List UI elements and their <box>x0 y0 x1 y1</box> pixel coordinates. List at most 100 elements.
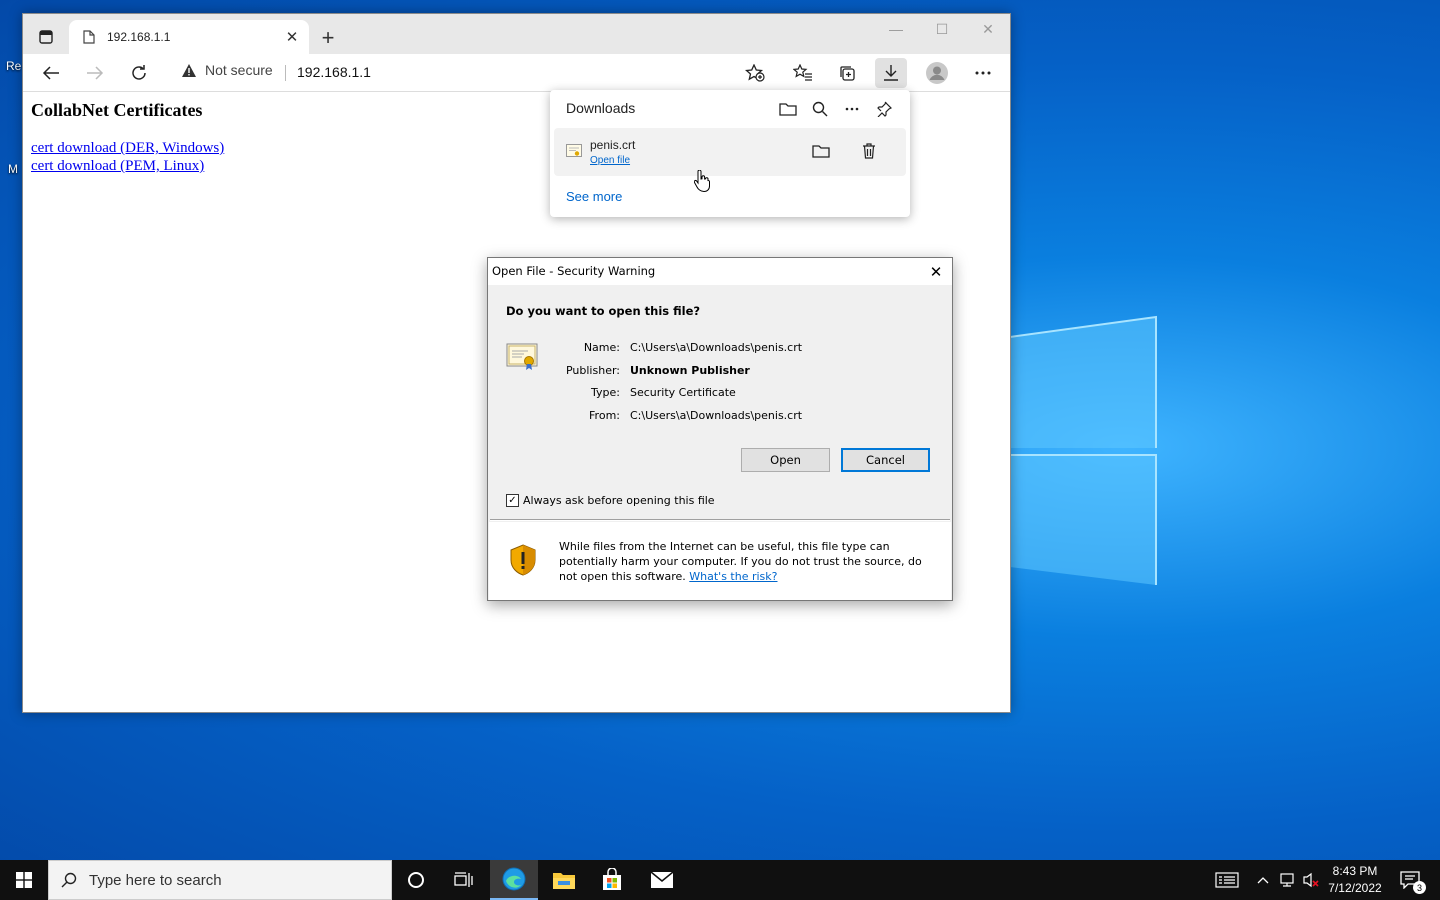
page-heading: CollabNet Certificates <box>31 100 203 120</box>
taskbar: Type here to search 8:43 PM 7/12/2022 3 <box>0 860 1440 900</box>
taskbar-search-box[interactable]: Type here to search <box>48 860 392 900</box>
delete-download-button[interactable] <box>856 138 882 164</box>
warning-message: While files from the Internet can be use… <box>559 539 939 584</box>
collections-button[interactable] <box>831 58 863 88</box>
der-cert-link[interactable]: cert download (DER, Windows) <box>31 139 224 157</box>
cortana-button[interactable] <box>392 860 440 900</box>
downloads-button[interactable] <box>875 58 907 88</box>
more-dots-icon <box>975 71 991 75</box>
open-file-link[interactable]: Open file <box>590 155 630 166</box>
file-explorer-icon <box>553 873 575 889</box>
taskbar-microsoft-store[interactable] <box>588 860 636 900</box>
downloads-more-button[interactable] <box>839 96 865 122</box>
taskbar-clock[interactable]: 8:43 PM 7/12/2022 <box>1322 863 1388 897</box>
see-more-link[interactable]: See more <box>566 189 622 204</box>
search-icon <box>812 101 828 117</box>
open-downloads-folder-button[interactable] <box>775 96 801 122</box>
browser-toolbar: Not secure 192.168.1.1 <box>23 54 1010 92</box>
downloads-title: Downloads <box>566 100 636 116</box>
notification-count-badge: 3 <box>1413 881 1426 894</box>
forward-button[interactable] <box>79 58 111 88</box>
back-button[interactable] <box>35 58 67 88</box>
publisher-value: Unknown Publisher <box>630 364 750 377</box>
download-icon <box>884 65 898 81</box>
pin-icon <box>877 101 892 117</box>
keyboard-layout-icon <box>1215 872 1239 888</box>
cancel-button[interactable]: Cancel <box>841 448 930 472</box>
name-label: Name: <box>583 341 620 354</box>
network-button[interactable] <box>1276 870 1298 890</box>
certificate-file-icon <box>566 144 582 157</box>
task-view-button[interactable] <box>440 860 488 900</box>
task-view-icon <box>454 872 473 887</box>
not-secure-label: Not secure <box>205 62 273 78</box>
downloads-panel: Downloads penis.crt Open file See more <box>550 90 910 217</box>
whats-the-risk-link[interactable]: What's the risk? <box>689 570 777 583</box>
cortana-circle-icon <box>408 872 424 888</box>
dialog-question: Do you want to open this file? <box>506 304 701 318</box>
shield-warning-icon <box>510 544 536 576</box>
back-arrow-icon <box>42 66 59 80</box>
download-filename: penis.crt <box>590 138 636 152</box>
tab-actions-button[interactable] <box>33 24 59 50</box>
desktop-icon-label-fragment-2[interactable]: M <box>8 162 18 176</box>
new-tab-button[interactable]: + <box>315 25 341 51</box>
search-placeholder: Type here to search <box>89 871 222 889</box>
checkbox-box[interactable]: ✓ <box>506 494 519 507</box>
type-value: Security Certificate <box>630 386 736 399</box>
warning-triangle-icon <box>182 63 196 77</box>
profile-button[interactable] <box>921 58 953 88</box>
star-add-icon <box>745 64 765 82</box>
start-button[interactable] <box>0 860 48 900</box>
always-ask-checkbox[interactable]: ✓ Always ask before opening this file <box>506 494 715 507</box>
dialog-titlebar[interactable]: Open File - Security Warning ✕ <box>488 258 952 285</box>
profile-avatar-icon <box>926 62 948 84</box>
dialog-title: Open File - Security Warning <box>492 264 656 278</box>
minimize-button[interactable]: — <box>873 14 919 44</box>
download-item[interactable]: penis.crt Open file <box>554 128 906 176</box>
show-in-folder-button[interactable] <box>808 138 834 164</box>
taskbar-edge[interactable] <box>490 860 538 900</box>
folder-icon <box>812 145 830 158</box>
tab-active[interactable]: 192.168.1.1 ✕ <box>69 20 309 54</box>
clock-time: 8:43 PM <box>1332 864 1378 878</box>
info-row-name: Name: C:\Users\a\Downloads\penis.crt <box>528 341 928 354</box>
search-downloads-button[interactable] <box>807 96 833 122</box>
open-button[interactable]: Open <box>741 448 830 472</box>
add-favorite-button[interactable] <box>739 58 771 88</box>
pin-downloads-button[interactable] <box>871 96 897 122</box>
taskbar-file-explorer[interactable] <box>540 860 588 900</box>
address-bar-url[interactable]: 192.168.1.1 <box>297 64 371 80</box>
input-indicator-button[interactable] <box>1214 870 1240 890</box>
favorites-button[interactable] <box>787 58 819 88</box>
folder-icon <box>779 103 797 116</box>
info-row-from: From: C:\Users\a\Downloads\penis.crt <box>528 409 928 422</box>
maximize-button[interactable]: ☐ <box>919 14 965 44</box>
search-icon <box>61 872 77 888</box>
network-icon <box>1280 873 1294 887</box>
tab-actions-icon <box>39 30 53 44</box>
settings-more-button[interactable] <box>967 58 999 88</box>
dialog-close-button[interactable]: ✕ <box>926 262 946 282</box>
tab-strip: 192.168.1.1 ✕ + — ☐ ✕ <box>23 14 1010 54</box>
info-row-publisher: Publisher: Unknown Publisher <box>528 364 928 377</box>
chevron-up-icon <box>1257 877 1269 884</box>
trash-icon <box>863 143 875 159</box>
site-security-indicator[interactable]: Not secure <box>181 62 273 78</box>
desktop-icon-label-fragment[interactable]: Re <box>6 59 21 73</box>
taskbar-mail[interactable] <box>638 860 686 900</box>
action-center-button[interactable]: 3 <box>1398 870 1426 894</box>
windows-start-icon <box>16 872 32 888</box>
close-window-button[interactable]: ✕ <box>965 14 1011 44</box>
show-hidden-icons-button[interactable] <box>1252 870 1274 890</box>
refresh-button[interactable] <box>123 58 155 88</box>
favorites-list-icon <box>793 64 812 81</box>
pem-cert-link[interactable]: cert download (PEM, Linux) <box>31 157 224 175</box>
forward-arrow-icon <box>87 66 104 80</box>
page-content: CollabNet Certificates cert download (DE… <box>31 100 224 175</box>
volume-button[interactable] <box>1300 870 1322 890</box>
tab-title: 192.168.1.1 <box>107 30 171 44</box>
tab-close-button[interactable]: ✕ <box>281 26 303 48</box>
address-separator <box>285 65 286 81</box>
edge-browser-icon <box>502 867 526 891</box>
